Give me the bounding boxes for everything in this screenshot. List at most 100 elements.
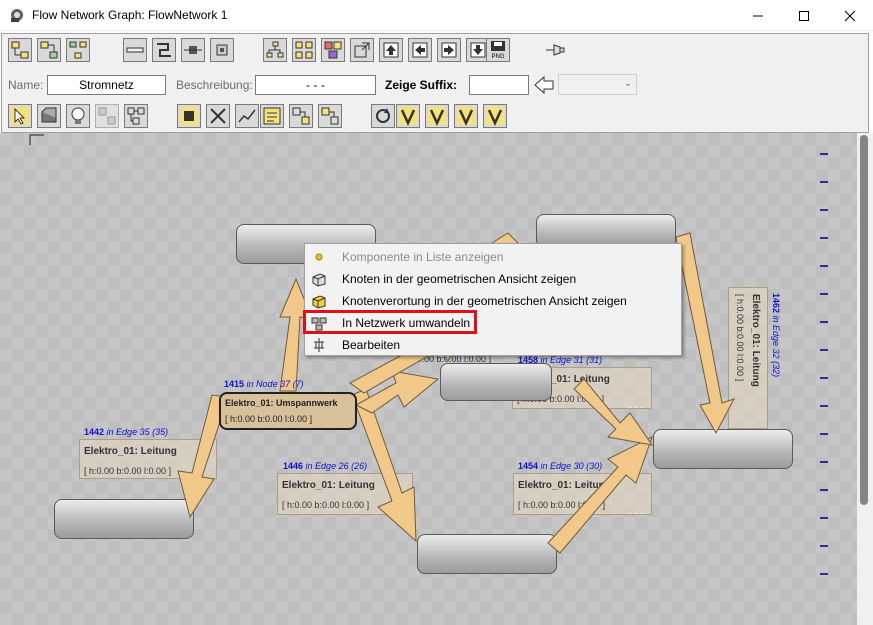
subnet-icon bbox=[69, 41, 87, 59]
cross-icon bbox=[210, 108, 226, 124]
component-tool-button[interactable] bbox=[37, 104, 61, 128]
flow-v-icon-4 bbox=[486, 107, 504, 126]
edge-arrows bbox=[177, 232, 736, 554]
node-title-1415: 1415 in Node 37 (7) bbox=[224, 379, 304, 389]
graph-canvas[interactable]: 1442 in Edge 35 (35) Elektro_01: Leitung… bbox=[0, 133, 857, 625]
app-icon bbox=[11, 9, 23, 22]
expand-icon bbox=[354, 42, 370, 58]
flow-3-button[interactable] bbox=[454, 104, 478, 128]
flow-1-button[interactable] bbox=[396, 104, 420, 128]
arrow-up-icon bbox=[383, 42, 399, 58]
suffix-arrow-button[interactable] bbox=[533, 74, 555, 96]
block-button[interactable] bbox=[181, 38, 205, 62]
context-menu: Komponente in Liste anzeigen Knoten in d… bbox=[304, 243, 682, 356]
suffix-field[interactable] bbox=[469, 75, 529, 95]
move-right-button[interactable] bbox=[437, 38, 461, 62]
menu-item-label: Komponente in Liste anzeigen bbox=[342, 250, 504, 264]
csv-icon bbox=[263, 107, 281, 125]
menu-item-show-in-list[interactable]: Komponente in Liste anzeigen bbox=[305, 246, 681, 268]
network-disabled-icon bbox=[98, 107, 116, 125]
network-tool-button[interactable] bbox=[124, 104, 148, 128]
minimize-icon bbox=[753, 15, 763, 16]
menu-item-label: Knoten in der geometrischen Ansicht zeig… bbox=[342, 272, 577, 286]
select-tool-button[interactable] bbox=[8, 104, 32, 128]
add-edge-icon bbox=[40, 41, 58, 59]
png-export-icon: PNG bbox=[491, 41, 505, 60]
close-icon bbox=[844, 10, 856, 21]
suffix-combo[interactable]: ⌄ bbox=[558, 74, 637, 95]
close-button[interactable] bbox=[827, 0, 873, 31]
name-field[interactable]: Stromnetz bbox=[47, 75, 166, 95]
refresh-icon bbox=[376, 108, 390, 123]
expand-button[interactable] bbox=[350, 38, 374, 62]
grid-nodes-button[interactable] bbox=[292, 38, 316, 62]
fit-icon bbox=[180, 107, 198, 125]
node-values: [ h:0.00 b:0.00 l:0.00 ] bbox=[225, 414, 313, 424]
maximize-icon bbox=[799, 10, 809, 21]
suffix-label: Zeige Suffix: bbox=[385, 78, 458, 92]
menu-item-show-node-geometric[interactable]: Knoten in der geometrischen Ansicht zeig… bbox=[305, 268, 681, 290]
bulb-tool-button[interactable] bbox=[66, 104, 90, 128]
line-button[interactable] bbox=[123, 38, 147, 62]
highlight-box bbox=[303, 310, 477, 334]
grid-nodes-icon bbox=[295, 41, 313, 59]
network-icon bbox=[127, 107, 145, 125]
flow-2-button[interactable] bbox=[425, 104, 449, 128]
minimize-button[interactable] bbox=[735, 0, 781, 31]
maximize-button[interactable] bbox=[781, 0, 827, 31]
layout-tree-button[interactable] bbox=[263, 38, 287, 62]
pointer-icon bbox=[11, 107, 29, 125]
frame-icon bbox=[216, 44, 228, 56]
add-edge-button[interactable] bbox=[37, 38, 61, 62]
scrollbar-thumb[interactable] bbox=[860, 135, 868, 505]
cube-icon bbox=[312, 273, 326, 287]
export-tool-button[interactable] bbox=[318, 104, 342, 128]
title-bar: Flow Network Graph: FlowNetwork 1 bbox=[0, 0, 873, 31]
network-color-icon bbox=[324, 41, 342, 59]
menu-item-show-node-location[interactable]: Knotenverortung in der geometrischen Ans… bbox=[305, 290, 681, 312]
import-tool-button[interactable] bbox=[289, 104, 313, 128]
bulb-icon bbox=[71, 107, 85, 124]
csv-tool-button[interactable] bbox=[260, 104, 284, 128]
network-color-button[interactable] bbox=[321, 38, 345, 62]
component-icon bbox=[41, 107, 57, 123]
move-left-button[interactable] bbox=[408, 38, 432, 62]
export-icon bbox=[321, 107, 339, 125]
line-icon bbox=[126, 47, 144, 53]
move-up-button[interactable] bbox=[379, 38, 403, 62]
fit-tool-button[interactable] bbox=[177, 104, 201, 128]
graph-tool-button[interactable] bbox=[235, 104, 259, 128]
refresh-tool-button[interactable] bbox=[371, 104, 395, 128]
menu-item-label: Bearbeiten bbox=[342, 338, 401, 352]
route-icon bbox=[157, 43, 171, 57]
export-png-button[interactable]: PNG bbox=[486, 38, 510, 62]
cube-place-icon bbox=[312, 295, 326, 309]
pin-button[interactable] bbox=[542, 40, 566, 60]
node-center-umspannwerk[interactable]: Elektro_01: Umspannwerk [ h:0.00 b:0.00 … bbox=[219, 392, 357, 430]
menu-item-edit[interactable]: Bearbeiten bbox=[305, 334, 681, 356]
arrow-midright-to-right bbox=[573, 378, 654, 446]
vertical-scrollbar[interactable] bbox=[857, 133, 873, 605]
disabled-tool-button[interactable] bbox=[95, 104, 119, 128]
arrow-to-node-right bbox=[547, 436, 653, 554]
frame-button[interactable] bbox=[210, 38, 234, 62]
node-label: Elektro_01: Umspannwerk bbox=[225, 398, 338, 408]
arrow-topright-to-right bbox=[675, 232, 736, 435]
arrow-right-icon bbox=[441, 42, 457, 58]
window-title: Flow Network Graph: FlowNetwork 1 bbox=[32, 8, 228, 22]
flow-4-button[interactable] bbox=[483, 104, 507, 128]
description-field[interactable]: - - - bbox=[255, 75, 376, 95]
edit-icon bbox=[314, 338, 324, 352]
png-label: PNG bbox=[491, 54, 504, 60]
description-label: Beschreibung: bbox=[176, 78, 253, 92]
route-button[interactable] bbox=[152, 38, 176, 62]
add-node-button[interactable] bbox=[8, 38, 32, 62]
tree-icon bbox=[266, 41, 284, 58]
import-icon bbox=[292, 107, 310, 125]
add-subnet-button[interactable] bbox=[66, 38, 90, 62]
graph-icon bbox=[238, 109, 256, 123]
menu-item-label: Knotenverortung in der geometrischen Ans… bbox=[342, 294, 627, 308]
block-icon bbox=[184, 46, 202, 54]
toolbar-panel: PNG Name: Stromnetz Beschreibung: - - - … bbox=[1, 33, 869, 133]
cross-tool-button[interactable] bbox=[206, 104, 230, 128]
